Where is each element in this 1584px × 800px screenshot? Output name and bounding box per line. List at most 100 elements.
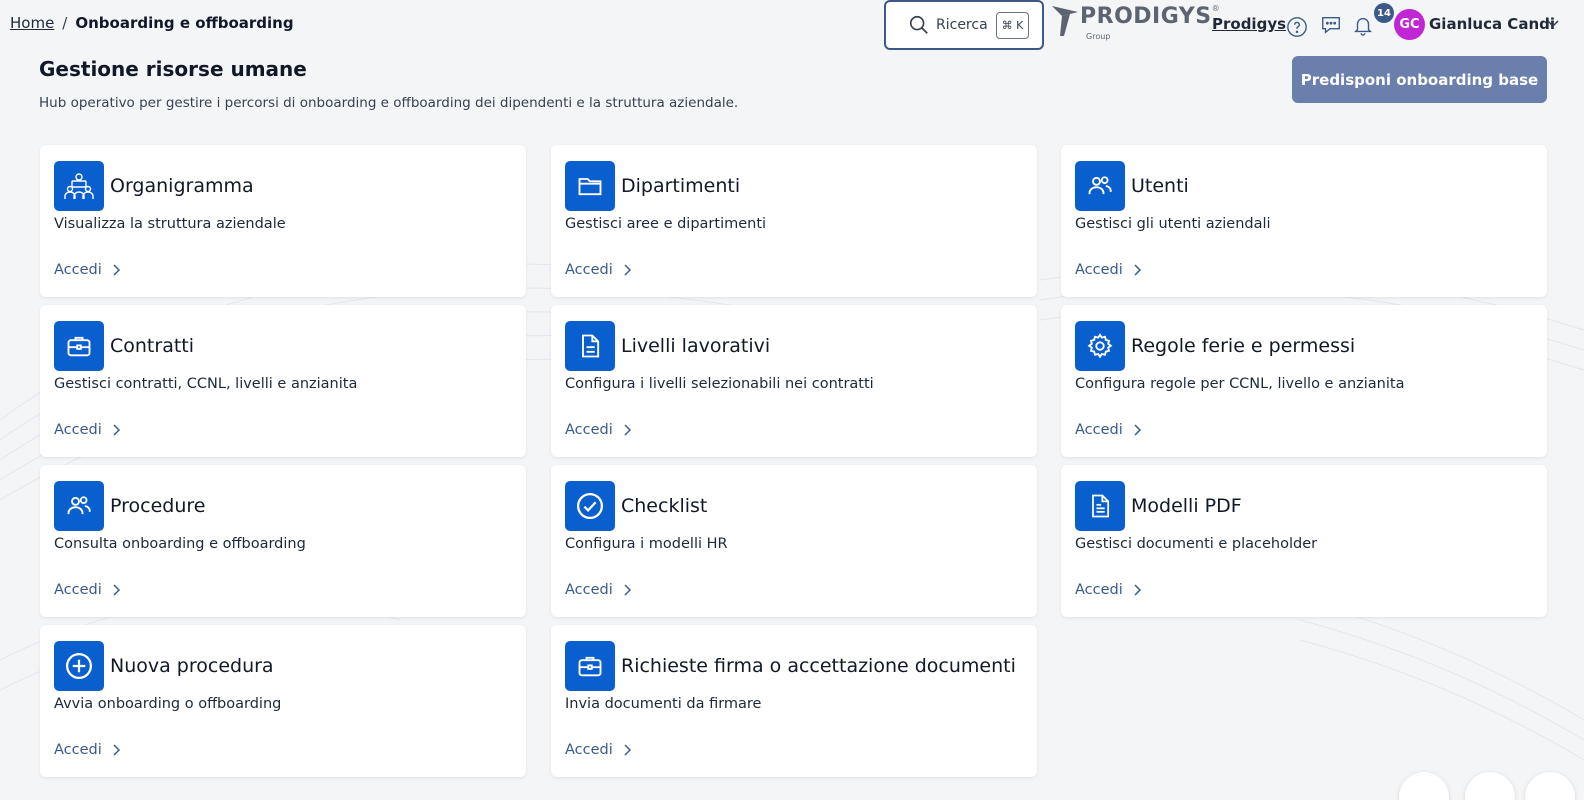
logo: PRODIGYS ® Group	[1050, 4, 1220, 41]
card-checklist[interactable]: Checklist Configura i modelli HR Accedi	[551, 465, 1037, 617]
chat-icon[interactable]	[1320, 14, 1342, 36]
card-description: Visualizza la struttura aziendale	[54, 216, 286, 232]
access-link[interactable]: Accedi	[1075, 582, 1141, 598]
users-icon	[54, 481, 104, 531]
card-organigramma[interactable]: Organigramma Visualizza la struttura azi…	[40, 145, 526, 297]
card-regole-ferie[interactable]: Regole ferie e permessi Configura regole…	[1061, 305, 1547, 457]
users-icon	[1075, 161, 1125, 211]
access-link-label: Accedi	[54, 742, 102, 758]
access-link-label: Accedi	[54, 262, 102, 278]
access-link[interactable]: Accedi	[565, 422, 631, 438]
top-bar: Home / Onboarding e offboarding Ricerca …	[0, 0, 1584, 50]
chevron-right-icon	[624, 264, 631, 276]
card-title: Procedure	[110, 495, 206, 517]
card-livelli-lavorativi[interactable]: Livelli lavorativi Configura i livelli s…	[551, 305, 1037, 457]
document-icon	[565, 321, 615, 371]
card-nuova-procedura[interactable]: Nuova procedura Avvia onboarding o offbo…	[40, 625, 526, 777]
card-title: Richieste firma o accettazione documenti	[621, 655, 1016, 677]
access-link[interactable]: Accedi	[54, 422, 120, 438]
access-link-label: Accedi	[1075, 262, 1123, 278]
access-link-label: Accedi	[565, 262, 613, 278]
gear-icon	[1075, 321, 1125, 371]
access-link[interactable]: Accedi	[54, 582, 120, 598]
logo-mark-icon	[1052, 6, 1078, 36]
chevron-right-icon	[624, 744, 631, 756]
page-subtitle: Hub operativo per gestire i percorsi di …	[39, 95, 739, 111]
plus-circle-icon	[54, 641, 104, 691]
card-description: Consulta onboarding e offboarding	[54, 536, 306, 552]
card-description: Configura regole per CCNL, livello e anz…	[1075, 376, 1405, 392]
help-icon[interactable]	[1286, 16, 1308, 38]
chevron-right-icon	[1134, 264, 1141, 276]
card-description: Gestisci documenti e placeholder	[1075, 536, 1318, 552]
card-title: Utenti	[1131, 175, 1189, 197]
folder-icon	[565, 161, 615, 211]
card-dipartimenti[interactable]: Dipartimenti Gestisci aree e dipartiment…	[551, 145, 1037, 297]
access-link-label: Accedi	[565, 422, 613, 438]
pdf-document-icon	[1075, 481, 1125, 531]
card-description: Avvia onboarding o offboarding	[54, 696, 282, 712]
search-icon	[909, 15, 928, 34]
access-link[interactable]: Accedi	[565, 742, 631, 758]
access-link[interactable]: Accedi	[565, 582, 631, 598]
card-procedure[interactable]: Procedure Consulta onboarding e offboard…	[40, 465, 526, 617]
floating-button-3[interactable]	[1525, 772, 1575, 800]
logo-registered: ®	[1211, 4, 1220, 13]
org-chart-icon	[54, 161, 104, 211]
card-title: Nuova procedura	[110, 655, 274, 677]
card-description: Invia documenti da firmare	[565, 696, 762, 712]
access-link-label: Accedi	[565, 582, 613, 598]
breadcrumb-current: Onboarding e offboarding	[75, 14, 294, 32]
chevron-right-icon	[1134, 424, 1141, 436]
search-label: Ricerca	[936, 17, 988, 33]
logo-subtitle: Group	[1086, 32, 1111, 41]
chevron-right-icon	[624, 424, 631, 436]
breadcrumb-separator: /	[62, 14, 68, 32]
setup-onboarding-button[interactable]: Predisponi onboarding base	[1292, 56, 1547, 103]
breadcrumb: Home / Onboarding e offboarding	[10, 14, 294, 32]
access-link-label: Accedi	[54, 422, 102, 438]
access-link[interactable]: Accedi	[54, 262, 120, 278]
company-link[interactable]: Prodigys	[1212, 15, 1286, 33]
user-name[interactable]: Gianluca Candi	[1429, 15, 1555, 33]
card-title: Modelli PDF	[1131, 495, 1242, 517]
card-title: Livelli lavorativi	[621, 335, 771, 357]
briefcase-icon	[565, 641, 615, 691]
floating-button-2[interactable]	[1465, 772, 1515, 800]
chevron-down-icon[interactable]	[1546, 18, 1560, 30]
chevron-right-icon	[1134, 584, 1141, 596]
access-link[interactable]: Accedi	[1075, 422, 1141, 438]
card-title: Contratti	[110, 335, 195, 357]
card-description: Configura i modelli HR	[565, 536, 728, 552]
access-link[interactable]: Accedi	[565, 262, 631, 278]
search-shortcut: ⌘ K	[995, 11, 1030, 39]
card-utenti[interactable]: Utenti Gestisci gli utenti aziendali Acc…	[1061, 145, 1547, 297]
check-circle-icon	[565, 481, 615, 531]
chevron-right-icon	[113, 584, 120, 596]
access-link-label: Accedi	[565, 742, 613, 758]
floating-button-1[interactable]	[1399, 772, 1449, 800]
search-button[interactable]: Ricerca ⌘ K	[884, 0, 1044, 50]
chevron-right-icon	[624, 584, 631, 596]
card-richieste-firma[interactable]: Richieste firma o accettazione documenti…	[551, 625, 1037, 777]
notification-badge: 14	[1374, 3, 1394, 23]
chevron-right-icon	[113, 424, 120, 436]
bell-icon[interactable]	[1352, 14, 1374, 36]
card-description: Gestisci gli utenti aziendali	[1075, 216, 1271, 232]
access-link[interactable]: Accedi	[54, 742, 120, 758]
avatar[interactable]: GC	[1394, 9, 1425, 40]
card-contratti[interactable]: Contratti Gestisci contratti, CCNL, live…	[40, 305, 526, 457]
card-description: Configura i livelli selezionabili nei co…	[565, 376, 874, 392]
access-link[interactable]: Accedi	[1075, 262, 1141, 278]
card-title: Checklist	[621, 495, 708, 517]
chevron-right-icon	[113, 744, 120, 756]
card-title: Dipartimenti	[621, 175, 741, 197]
access-link-label: Accedi	[1075, 582, 1123, 598]
briefcase-icon	[54, 321, 104, 371]
card-title: Regole ferie e permessi	[1131, 335, 1356, 357]
logo-brand: PRODIGYS	[1080, 4, 1212, 29]
breadcrumb-home-link[interactable]: Home	[10, 14, 54, 32]
access-link-label: Accedi	[54, 582, 102, 598]
card-description: Gestisci contratti, CCNL, livelli e anzi…	[54, 376, 358, 392]
card-modelli-pdf[interactable]: Modelli PDF Gestisci documenti e placeho…	[1061, 465, 1547, 617]
